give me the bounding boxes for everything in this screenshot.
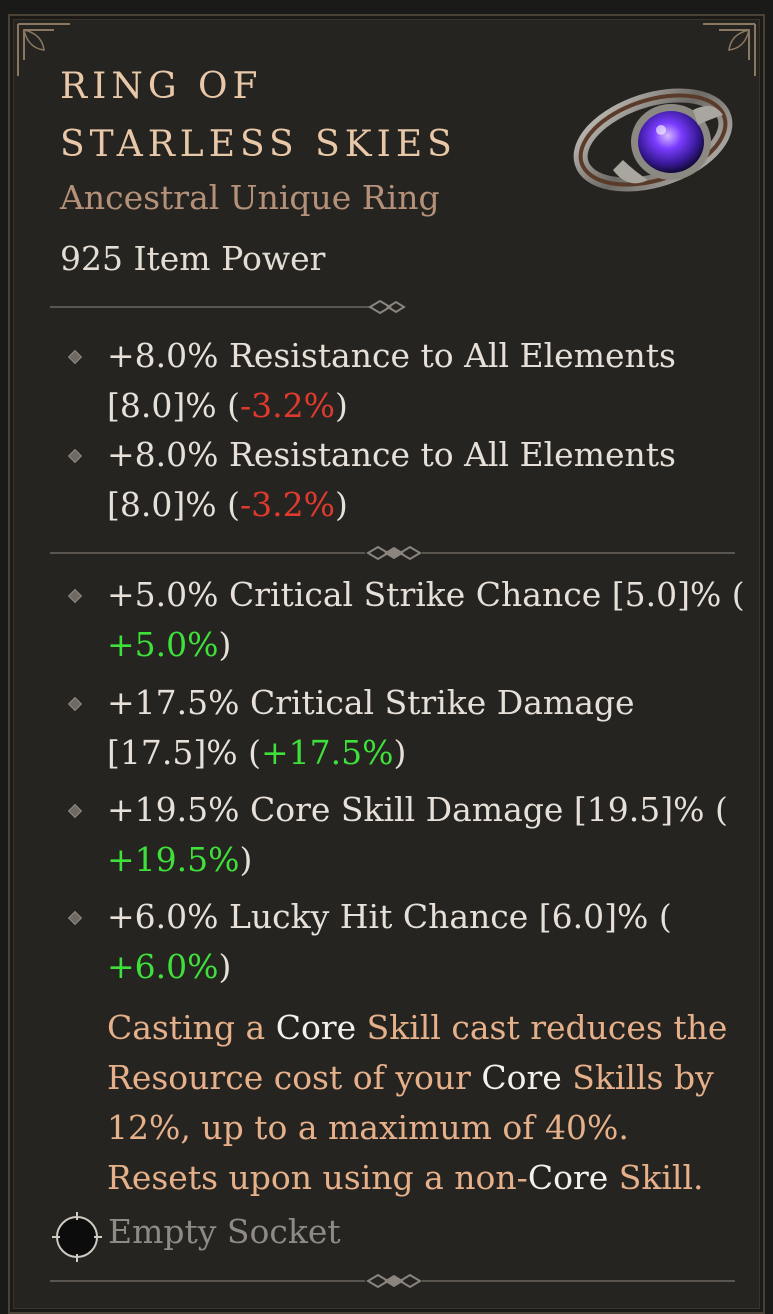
affix: +19.5% Core Skill Damage [19.5]% ( +19.5… (67, 790, 728, 890)
keyword-core: Core (527, 1158, 609, 1197)
aspect-line-3: 12%, up to a maximum of 40%. (107, 1108, 629, 1147)
stat-delta: +5.0% (107, 625, 219, 664)
item-name-line1: RING OF (60, 66, 263, 107)
item-power: 925 Item Power (60, 239, 326, 278)
stat-delta: +17.5% (260, 733, 394, 772)
implicit-affix: +8.0% Resistance to All Elements [8.0]% … (67, 435, 710, 535)
affix-text: +17.5% Critical Strike Damage (107, 683, 635, 722)
affix-text: +19.5% Core Skill Damage [19.5]% ( (107, 790, 728, 829)
ring-icon (573, 88, 733, 192)
stat-delta: +6.0% (107, 947, 219, 986)
affix-text-cont: [8.0]% (-3.2%) (107, 485, 348, 524)
stat-delta: -3.2% (239, 485, 335, 524)
section-divider (50, 299, 406, 315)
affix-text-cont: [8.0]% (-3.2%) (107, 386, 348, 425)
keyword-core: Core (275, 1008, 357, 1047)
diamond-bullet-icon (67, 696, 83, 712)
affix-text: +5.0% Critical Strike Chance [5.0]% ( (107, 575, 745, 614)
unique-power-text: Casting a Core Skill cast reduces the Re… (107, 1003, 747, 1203)
keyword-core: Core (481, 1058, 562, 1097)
diamond-bullet-icon (67, 803, 83, 819)
affix: +5.0% Critical Strike Chance [5.0]% ( +5… (67, 575, 745, 675)
aspect-line-1: Casting a Core Skill cast reduces the (107, 1008, 728, 1047)
aspect-line-4: Resets upon using a non-Core Skill. (107, 1158, 704, 1197)
affix: +6.0% Lucky Hit Chance [6.0]% ( +6.0%) (67, 897, 710, 997)
item-name: RING OF STARLESS SKIES (60, 58, 540, 174)
aspect-line-2: Resource cost of your Core Skills by (107, 1058, 714, 1097)
diamond-bullet-icon (67, 910, 83, 926)
implicit-affix: +8.0% Resistance to All Elements [8.0]% … (67, 336, 710, 436)
stat-delta: -3.2% (239, 386, 335, 425)
affix-text-cont: +6.0%) (107, 947, 232, 986)
affix: +17.5% Critical Strike Damage [17.5]% (+… (67, 683, 710, 783)
diamond-bullet-icon (67, 349, 83, 365)
item-name-line2: STARLESS SKIES (60, 124, 457, 165)
diamond-bullet-icon (67, 448, 83, 464)
affix-text-cont: +5.0%) (107, 625, 232, 664)
diamond-bullet-icon (67, 588, 83, 604)
item-type: Ancestral Unique Ring (60, 178, 440, 217)
section-divider (50, 1273, 735, 1289)
affix-text-cont: +19.5%) (107, 840, 253, 879)
stat-delta: +19.5% (107, 840, 240, 879)
affix-text: +6.0% Lucky Hit Chance [6.0]% ( (107, 897, 672, 936)
socket-label: Empty Socket (108, 1212, 341, 1251)
affix-text: +8.0% Resistance to All Elements (107, 336, 676, 375)
empty-socket-icon (52, 1212, 102, 1262)
section-divider (50, 545, 735, 561)
affix-text-cont: [17.5]% (+17.5%) (107, 733, 407, 772)
affix-text: +8.0% Resistance to All Elements (107, 435, 676, 474)
